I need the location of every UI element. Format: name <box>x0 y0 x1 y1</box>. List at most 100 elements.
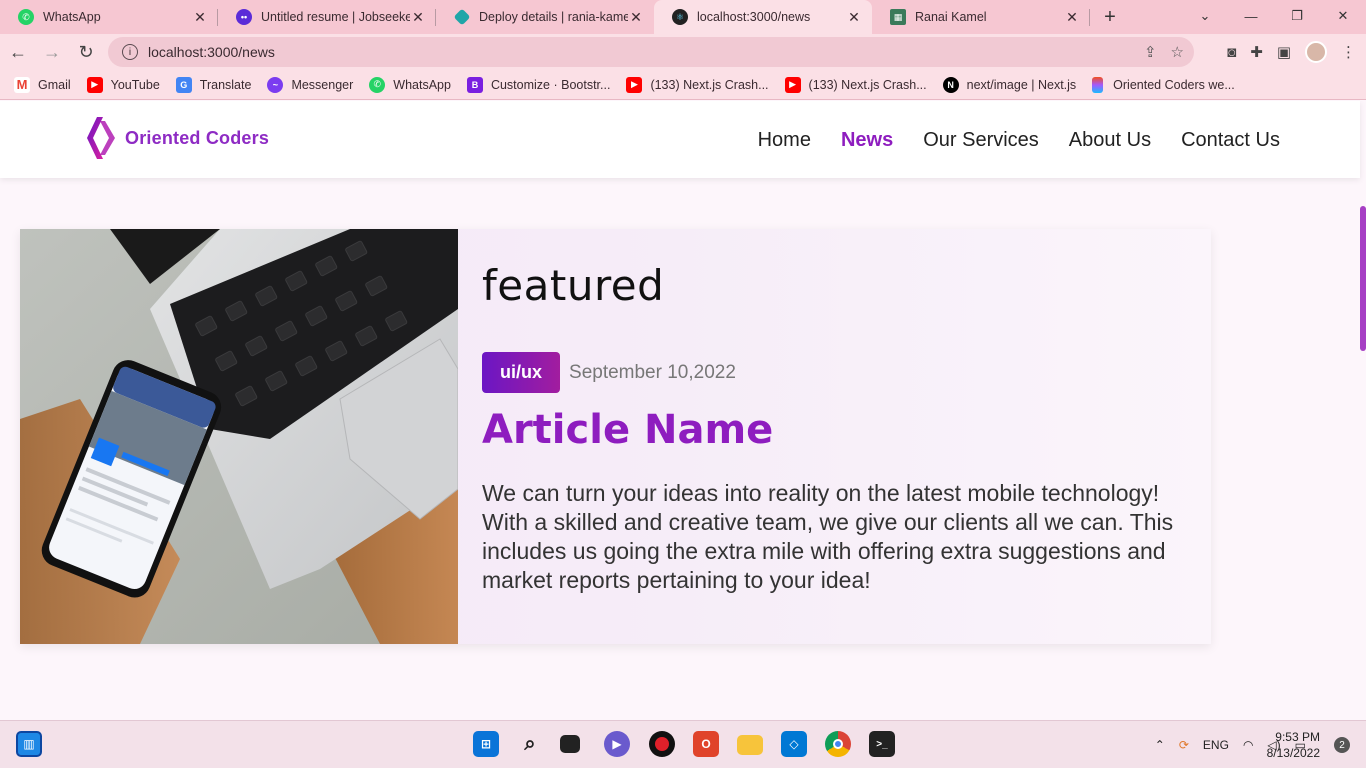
sync-icon[interactable]: ⟳ <box>1179 738 1189 752</box>
react-icon: ⚛ <box>672 9 688 25</box>
bookmark-messenger[interactable]: ~ Messenger <box>267 76 354 93</box>
language-indicator[interactable]: ENG <box>1203 738 1229 752</box>
translate-icon: G <box>175 76 192 93</box>
file-explorer-icon[interactable] <box>737 735 763 755</box>
jobseeker-icon: •• <box>236 9 252 25</box>
category-tag[interactable]: ui/ux <box>482 352 561 393</box>
tab-search-icon[interactable]: ⌄ <box>1182 0 1228 32</box>
main-nav: Home News Our Services About Us Contact … <box>758 129 1280 152</box>
bookmark-nextjs-crash-2[interactable]: ▶ (133) Next.js Crash... <box>784 76 927 93</box>
address-bar[interactable]: i localhost:3000/news ⇪ ☆ <box>108 37 1194 67</box>
taskbar-clock[interactable]: 9:53 PM 8/13/2022 <box>1267 729 1320 761</box>
office-icon[interactable]: O <box>693 731 719 757</box>
logo-text: Oriented Coders <box>125 127 270 148</box>
menu-dots-icon[interactable]: ⋮ <box>1341 43 1356 61</box>
bookmark-label: WhatsApp <box>393 77 451 92</box>
featured-article-card[interactable]: featured ui/ux September 10,2022 Article… <box>20 229 1211 644</box>
task-view-icon[interactable] <box>560 735 580 753</box>
close-tab-icon[interactable]: ✕ <box>628 9 644 26</box>
browser-toolbar: ← → ↻ i localhost:3000/news ⇪ ☆ ◙ ✚ ▣ ⋮ <box>0 34 1366 70</box>
bookmark-label: (133) Next.js Crash... <box>808 77 927 92</box>
terminal-icon[interactable]: >_ <box>869 731 895 757</box>
wifi-icon[interactable]: ◠ <box>1243 738 1253 752</box>
nav-news[interactable]: News <box>841 129 893 152</box>
bookmark-label: Messenger <box>291 77 354 92</box>
figma-icon <box>1092 76 1104 93</box>
notification-badge[interactable]: 2 <box>1334 737 1350 753</box>
vscode-icon[interactable]: ◇ <box>781 731 807 757</box>
nav-our-services[interactable]: Our Services <box>923 129 1039 152</box>
bookmark-oriented-coders[interactable]: Oriented Coders we... <box>1092 76 1235 93</box>
clock-time: 9:53 PM <box>1275 730 1320 744</box>
nav-about-us[interactable]: About Us <box>1069 129 1151 152</box>
extensions-puzzle-icon[interactable]: ✚ <box>1250 43 1263 61</box>
bookmark-translate[interactable]: G Translate <box>175 76 251 93</box>
chrome-icon[interactable] <box>825 731 851 757</box>
youtube-icon: ▶ <box>784 76 801 93</box>
bookmarks-bar: M Gmail ▶ YouTube G Translate ~ Messenger ✆ W… <box>0 70 1366 100</box>
clock-date: 8/13/2022 <box>1266 746 1320 760</box>
logo-icon <box>87 117 115 159</box>
close-window-button[interactable]: ✕ <box>1320 0 1366 32</box>
back-button[interactable]: ← <box>2 36 34 68</box>
screen-recorder-icon[interactable] <box>649 731 675 757</box>
youtube-icon: ▶ <box>86 76 103 93</box>
teams-chat-icon[interactable]: ▶ <box>604 731 630 757</box>
page-scrollbar[interactable] <box>1360 206 1366 351</box>
close-tab-icon[interactable]: ✕ <box>846 9 862 26</box>
profile-avatar[interactable] <box>1305 41 1327 63</box>
messenger-icon: ~ <box>267 76 284 93</box>
tab-title: WhatsApp <box>43 10 101 24</box>
tab-localhost-news[interactable]: ⚛ localhost:3000/news ✕ <box>654 0 872 34</box>
bookmark-label: Oriented Coders we... <box>1113 77 1235 92</box>
bootstrap-icon: B <box>466 76 483 93</box>
featured-heading: featured <box>482 261 665 310</box>
minimize-button[interactable]: — <box>1228 0 1274 32</box>
page-viewport: Oriented Coders Home News Our Services A… <box>0 101 1366 720</box>
gmail-icon: M <box>14 76 30 93</box>
bookmark-gmail[interactable]: M Gmail <box>14 76 71 93</box>
bookmark-whatsapp[interactable]: ✆ WhatsApp <box>369 76 451 93</box>
site-logo[interactable]: Oriented Coders <box>85 115 269 161</box>
tab-title: Ranai Kamel <box>915 10 987 24</box>
reload-button[interactable]: ↻ <box>70 36 102 68</box>
bookmark-label: Customize · Bootstr... <box>490 77 611 92</box>
netlify-icon <box>453 8 471 26</box>
laptop-phone-photo <box>20 229 458 644</box>
new-tab-button[interactable]: + <box>1090 0 1130 34</box>
bookmark-next-image[interactable]: Nnext/image | Next.js <box>942 76 1076 93</box>
tab-ranai-kamel[interactable]: ▦ Ranai Kamel ✕ <box>872 0 1090 34</box>
window-controls: ⌄ — ❐ ✕ <box>1182 0 1366 34</box>
close-tab-icon[interactable]: ✕ <box>192 9 208 26</box>
omnibox-actions: ⇪ ☆ <box>1144 43 1184 61</box>
restore-button[interactable]: ❐ <box>1274 0 1320 32</box>
tab-title: localhost:3000/news <box>697 10 811 24</box>
bookmark-nextjs-crash-1[interactable]: ▶ (133) Next.js Crash... <box>626 76 769 93</box>
bookmark-bootstrap[interactable]: B Customize · Bootstr... <box>466 76 611 93</box>
article-title[interactable]: Article Name <box>482 407 1192 453</box>
nav-contact-us[interactable]: Contact Us <box>1181 129 1280 152</box>
close-tab-icon[interactable]: ✕ <box>1064 9 1080 26</box>
share-icon[interactable]: ⇪ <box>1144 43 1157 61</box>
tab-netlify[interactable]: Deploy details | rania-kamel- ✕ <box>436 0 654 34</box>
site-info-icon[interactable]: i <box>122 44 138 60</box>
bookmark-star-icon[interactable]: ☆ <box>1171 43 1184 61</box>
featured-article-image <box>20 229 458 644</box>
bookmark-youtube[interactable]: ▶ YouTube <box>86 76 160 93</box>
close-tab-icon[interactable]: ✕ <box>410 9 426 26</box>
browser-tab-strip: ✆ WhatsApp ✕ •• Untitled resume | Jobsee… <box>0 0 1366 34</box>
site-icon: ▦ <box>890 9 906 25</box>
tab-whatsapp[interactable]: ✆ WhatsApp ✕ <box>0 0 218 34</box>
windows-start-icon[interactable]: ⊞ <box>473 731 499 757</box>
nav-home[interactable]: Home <box>758 129 811 152</box>
whatsapp-icon: ✆ <box>18 9 34 25</box>
chevron-up-icon[interactable]: ⌃ <box>1155 738 1165 752</box>
whatsapp-icon: ✆ <box>369 76 386 93</box>
widgets-icon[interactable]: ▥ <box>16 731 42 757</box>
camera-icon[interactable]: ◙ <box>1227 44 1236 61</box>
tab-jobseeker[interactable]: •• Untitled resume | Jobseeker ✕ <box>218 0 436 34</box>
side-panel-icon[interactable]: ▣ <box>1277 43 1291 61</box>
search-icon[interactable]: ⌕ <box>517 731 543 757</box>
nextjs-icon: N <box>942 76 959 93</box>
forward-button[interactable]: → <box>36 36 68 68</box>
